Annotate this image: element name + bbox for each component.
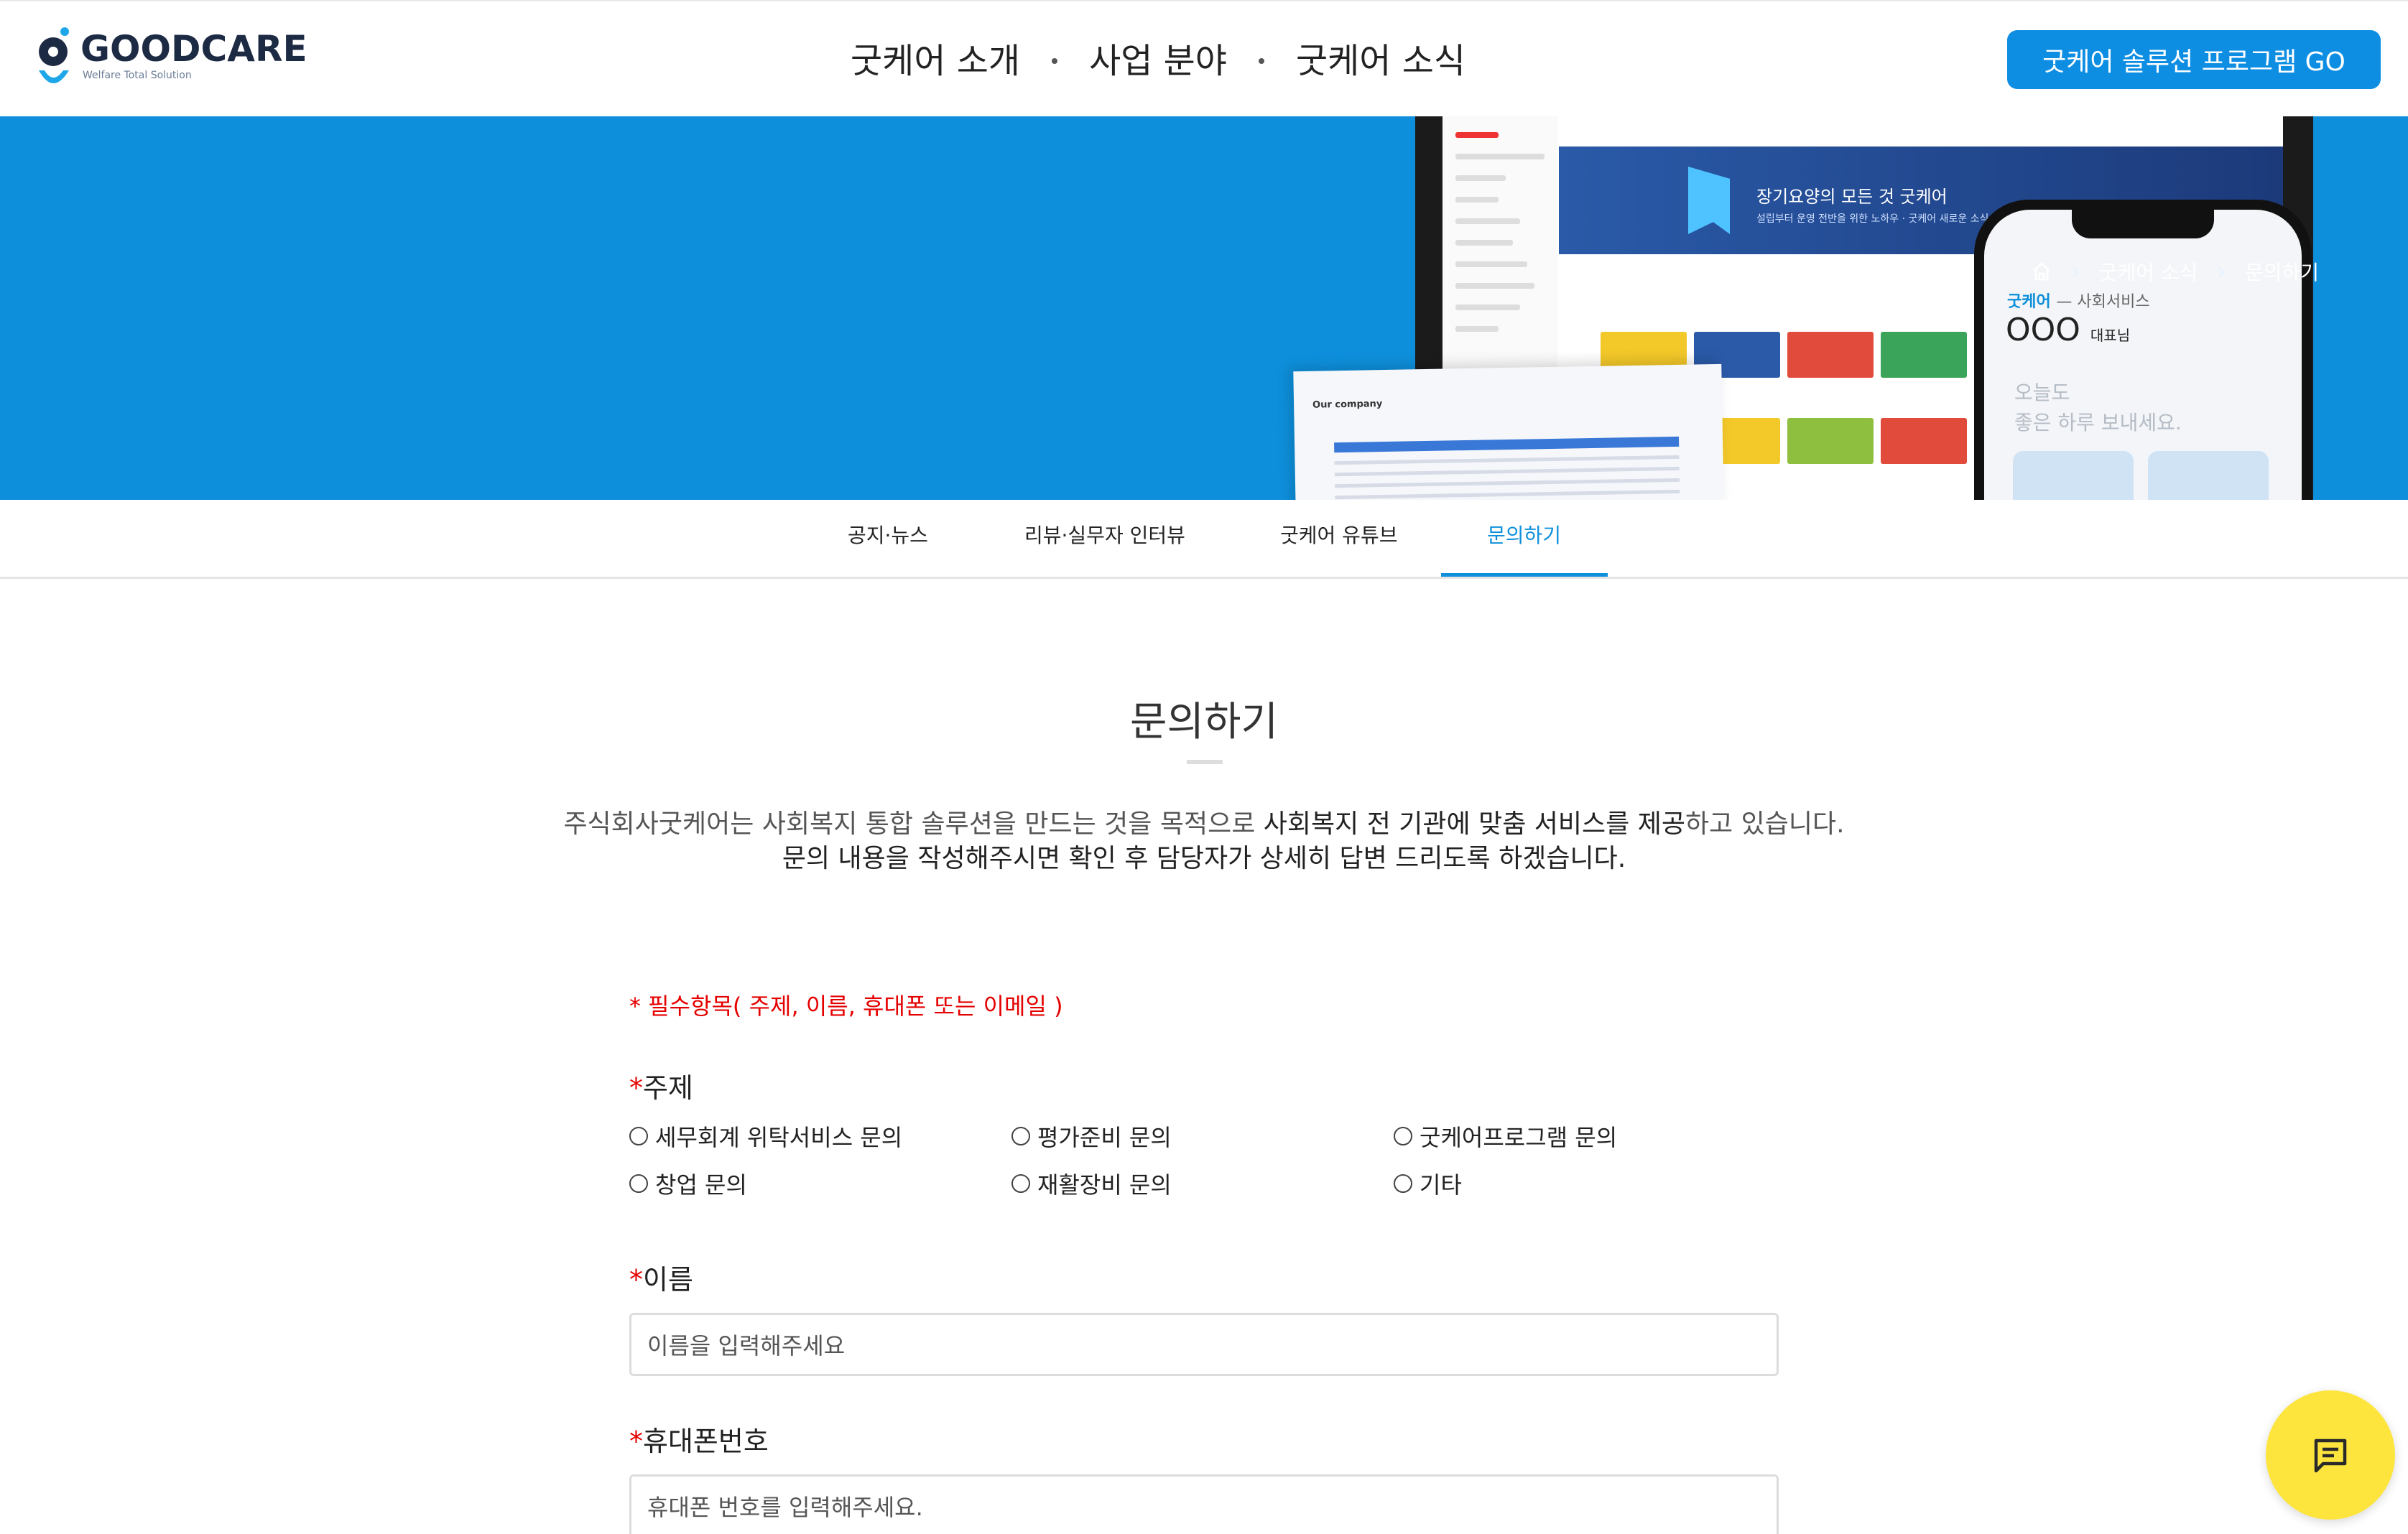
channel-title: 장기요양의 모든 것 굿케어: [1756, 187, 1948, 207]
logo-mark-icon: [36, 26, 75, 93]
intro-line-1: 주식회사굿케어는 사회복지 통합 솔루션을 만드는 것을 목적으로 사회복지 전…: [0, 807, 2408, 842]
document-row: [1334, 455, 1680, 465]
radio-circle[interactable]: [1011, 1127, 1030, 1145]
phone-card: [2148, 451, 2269, 500]
phone-card: [2013, 451, 2134, 500]
nav-item-about[interactable]: 굿케어 소개: [851, 36, 1020, 86]
logo-text: GOODCARE: [80, 28, 307, 70]
phone-name-value: OOO: [2006, 312, 2080, 348]
subject-label-text: 주제: [643, 1072, 693, 1104]
nav-item-business[interactable]: 사업 분야: [1089, 36, 1227, 86]
required-star: *: [629, 1264, 643, 1296]
phone-screen: 굿케어 — 사회서비스 OOO 대표님 오늘도 좋은 하루 보내세요.: [1984, 210, 2302, 500]
document-row: [1334, 466, 1680, 477]
phone-greeting-line1: 오늘도: [2014, 381, 2070, 404]
radio-circle[interactable]: [629, 1174, 648, 1193]
intro-line-1-highlight: 사회복지 전 기관에 맞춤 서비스를 제공: [1263, 809, 1685, 839]
intro-line-1-part-c: 하고 있습니다.: [1685, 809, 1845, 839]
nav-item-news[interactable]: 굿케어 소식: [1296, 36, 1465, 86]
phone-brand: 굿케어 — 사회서비스: [2007, 289, 2150, 312]
site-header: GOODCARE Welfare Total Solution 굿케어 소개 사…: [0, 0, 2408, 116]
tab-review-interview[interactable]: 리뷰·실무자 인터뷰: [1024, 520, 1185, 549]
phone-label-text: 휴대폰번호: [643, 1426, 769, 1457]
radio-rehab-equipment[interactable]: 재활장비 문의: [1011, 1167, 1394, 1200]
tab-youtube[interactable]: 굿케어 유튜브: [1280, 520, 1397, 549]
phone-label: *휴대폰번호: [629, 1419, 1779, 1459]
phone-input[interactable]: 휴대폰 번호를 입력해주세요.: [629, 1474, 1779, 1534]
phone-name-suffix: 대표님: [2090, 327, 2131, 344]
channel-subtitle: 설립부터 운영 전반을 위한 노하우 · 굿케어 새로운 소식: [1756, 213, 1989, 225]
channel-logo-icon: [1688, 167, 1730, 234]
phone-illustration: 굿케어 — 사회서비스 OOO 대표님 오늘도 좋은 하루 보내세요.: [1974, 200, 2312, 500]
radio-label: 평가준비 문의: [1037, 1124, 1172, 1151]
radio-label: 기타: [1420, 1171, 1462, 1199]
logo-subtitle: Welfare Total Solution: [83, 70, 192, 81]
document-row: [1335, 489, 1680, 500]
radio-startup[interactable]: 창업 문의: [629, 1167, 1011, 1200]
solution-program-button[interactable]: 굿케어 솔루션 프로그램 GO: [2007, 30, 2381, 89]
radio-circle[interactable]: [1011, 1174, 1030, 1193]
hero-banner: 장기요양의 모든 것 굿케어 설립부터 운영 전반을 위한 노하우 · 굿케어 …: [0, 116, 2408, 500]
document-header-bar: [1334, 436, 1680, 453]
radio-circle[interactable]: [629, 1127, 648, 1145]
radio-circle[interactable]: [1394, 1174, 1412, 1193]
breadcrumb: › 굿케어 소식 › 문의하기: [2032, 257, 2319, 286]
document-row: [1335, 478, 1680, 488]
intro-line-1-part-a: 주식회사굿케어는 사회복지 통합 솔루션을 만드는 것을 목적으로: [563, 809, 1264, 839]
name-label-text: 이름: [643, 1264, 693, 1296]
name-label: *이름: [629, 1258, 1779, 1297]
required-star: *: [629, 1426, 643, 1457]
tab-notice-news[interactable]: 공지·뉴스: [848, 520, 928, 549]
home-icon[interactable]: [2032, 261, 2052, 282]
main-nav: 굿케어 소개 사업 분야 굿케어 소식: [851, 36, 1465, 86]
phone-notch: [2072, 210, 2214, 238]
radio-label: 창업 문의: [655, 1171, 747, 1199]
breadcrumb-item-news[interactable]: 굿케어 소식: [2099, 257, 2198, 286]
chat-button[interactable]: [2266, 1390, 2395, 1520]
active-tab-indicator: [1441, 573, 1608, 577]
radio-evaluation[interactable]: 평가준비 문의: [1011, 1120, 1394, 1153]
nav-separator: [1258, 58, 1264, 64]
document-title: Our company: [1312, 399, 1383, 411]
phone-brand-sub: — 사회서비스: [2056, 293, 2150, 311]
radio-circle[interactable]: [1394, 1127, 1412, 1145]
radio-goodcare-program[interactable]: 굿케어프로그램 문의: [1394, 1120, 1776, 1153]
page-title: 문의하기: [1129, 699, 1279, 745]
phone-greeting-line2: 좋은 하루 보내세요.: [2014, 411, 2182, 434]
title-divider: [1187, 760, 1223, 764]
radio-other[interactable]: 기타: [1394, 1167, 1776, 1200]
required-note: * 필수항목( 주제, 이름, 휴대폰 또는 이메일 ): [629, 993, 1063, 1020]
sub-tabs: 공지·뉴스 리뷰·실무자 인터뷰 굿케어 유튜브 문의하기: [0, 500, 2408, 579]
chat-icon: [2314, 1438, 2347, 1473]
breadcrumb-item-inquiry[interactable]: 문의하기: [2245, 257, 2319, 286]
radio-tax-accounting[interactable]: 세무회계 위탁서비스 문의: [629, 1120, 1011, 1153]
phone-greeting: 오늘도 좋은 하루 보내세요.: [2014, 378, 2182, 438]
phone-brand-name: 굿케어: [2007, 293, 2051, 311]
goodcare-logo[interactable]: GOODCARE Welfare Total Solution: [36, 26, 307, 93]
phone-user-name: OOO 대표님: [2006, 312, 2130, 348]
intro-line-2: 문의 내용을 작성해주시면 확인 후 담당자가 상세히 답변 드리도록 하겠습니…: [782, 844, 1626, 873]
nav-separator: [1052, 58, 1058, 64]
intro-text: 주식회사굿케어는 사회복지 통합 솔루션을 만드는 것을 목적으로 사회복지 전…: [0, 807, 2408, 876]
tab-inquiry[interactable]: 문의하기: [1487, 520, 1561, 549]
subject-label: *주제: [629, 1066, 1779, 1105]
required-star: *: [629, 1072, 643, 1104]
inquiry-form: * 필수항목( 주제, 이름, 휴대폰 또는 이메일 ) *주제 세무회계 위탁…: [629, 988, 1779, 1534]
document-illustration: Our company: [1293, 363, 1724, 500]
subject-radio-group: 세무회계 위탁서비스 문의 평가준비 문의 굿케어프로그램 문의 창업 문의 재…: [629, 1120, 1779, 1200]
radio-label: 굿케어프로그램 문의: [1420, 1124, 1618, 1151]
name-input[interactable]: 이름을 입력해주세요: [629, 1313, 1779, 1376]
chevron-right-icon: ›: [2070, 257, 2080, 286]
radio-label: 세무회계 위탁서비스 문의: [655, 1124, 903, 1151]
radio-label: 재활장비 문의: [1037, 1171, 1172, 1199]
chevron-right-icon: ›: [2216, 257, 2226, 286]
